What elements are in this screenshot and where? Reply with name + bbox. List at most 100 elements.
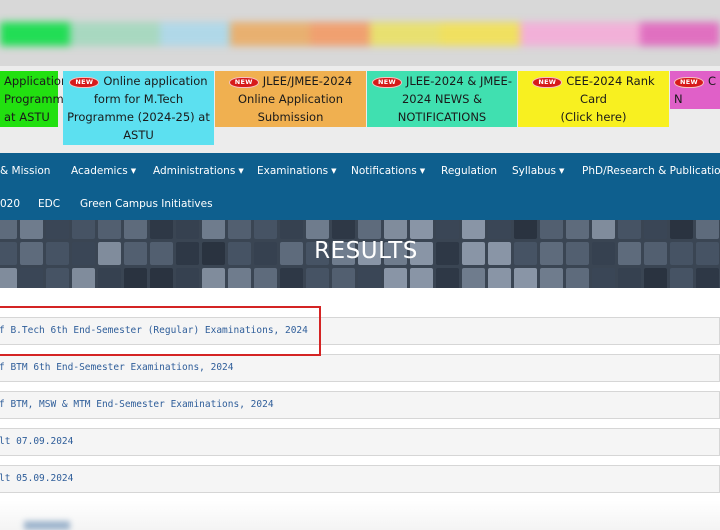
nav-label: Notifications: [351, 165, 417, 177]
banner-tile: [384, 220, 407, 239]
result-row: f BTM 6th End-Semester Examinations, 202…: [0, 354, 720, 382]
notice-tile-5[interactable]: NEW CEE-2024 Rank Card (Click here): [518, 71, 669, 127]
nav-item-1-6[interactable]: Syllabus ▼: [512, 164, 564, 178]
page-title: RESULTS: [314, 238, 418, 264]
notice-line: NEW JLEE-2024 & JMEE-: [371, 72, 513, 90]
nav-item-1-2[interactable]: Administrations ▼: [153, 164, 244, 178]
nav-label: 020: [0, 198, 21, 210]
banner-tile: [20, 220, 43, 239]
banner-tile: [176, 220, 199, 239]
notice-tile-6[interactable]: NEW C N: [670, 71, 720, 109]
nav-label: Examinations: [257, 165, 329, 177]
banner-tile: [228, 268, 251, 288]
banner-tile: [254, 220, 277, 239]
notice-text: ASTU: [123, 128, 154, 142]
notice-text: 2024 NEWS &: [401, 92, 483, 106]
nav-item-1-0[interactable]: & Mission: [0, 164, 50, 178]
banner-tile: [98, 268, 121, 288]
result-link[interactable]: lt 05.09.2024: [0, 473, 73, 484]
notice-line: ASTU: [67, 126, 210, 144]
notice-line: NEW CEE-2024 Rank Card: [522, 72, 665, 108]
nav-label: Academics: [71, 165, 128, 177]
notice-tile-2[interactable]: NEW Online application form for M.Tech Prog…: [63, 71, 214, 145]
chevron-down-icon: ▼: [419, 167, 426, 175]
chevron-down-icon: ▼: [331, 167, 337, 175]
notice-text: JLEE/JMEE-2024: [262, 74, 353, 88]
banner-tile: [436, 268, 459, 288]
banner-tile: [0, 268, 17, 288]
notice-line: NOTIFICATIONS: [371, 108, 513, 126]
notice-line: Submission: [219, 108, 362, 126]
notice-text: Submission: [257, 110, 324, 124]
notice-text: JLEE-2024 & JMEE-: [405, 74, 512, 88]
result-link[interactable]: f BTM 6th End-Semester Examinations, 202…: [0, 362, 234, 373]
top-header-strip: [0, 0, 720, 66]
notice-ticker: Application Programme at ASTU NEW Online app…: [0, 66, 720, 153]
notice-line: (Click here): [522, 108, 665, 126]
banner-tile: [176, 268, 199, 288]
banner-tile: [202, 268, 225, 288]
banner-tile: [514, 268, 537, 288]
chevron-down-icon: ▼: [238, 167, 244, 175]
notice-line: NEW C: [674, 72, 716, 90]
banner-tile: [618, 220, 641, 239]
nav-item-2-2[interactable]: Green Campus Initiatives: [80, 197, 213, 211]
banner-tile: [696, 220, 719, 239]
banner-tile: [202, 220, 225, 239]
blurred-header-band: [0, 22, 720, 46]
nav-label: Syllabus: [512, 165, 556, 177]
main-navbar: & Mission Academics ▼ Administrations ▼ Exami…: [0, 153, 720, 220]
result-link[interactable]: lt 07.09.2024: [0, 436, 73, 447]
banner-tile: [462, 268, 485, 288]
notice-text: Application: [4, 74, 69, 88]
chevron-down-icon: ▼: [558, 167, 565, 175]
nav-item-1-5[interactable]: Regulation: [441, 164, 497, 178]
blurred-link-fragment: [24, 521, 70, 530]
notice-tile-1[interactable]: Application Programme at ASTU: [0, 71, 71, 127]
banner-tile: [228, 220, 251, 239]
banner-tile: [72, 268, 95, 288]
new-badge-icon: NEW: [532, 77, 563, 88]
notice-line: NEW JLEE/JMEE-2024: [219, 72, 362, 90]
banner-tile: [618, 268, 641, 288]
notice-line: Online Application: [219, 90, 362, 108]
banner-tile: [358, 268, 381, 288]
banner-tile: [98, 220, 121, 239]
notice-text: Online Application: [237, 92, 343, 106]
nav-item-2-0[interactable]: 020: [0, 197, 20, 211]
blurred-header-segment: [70, 22, 160, 46]
notice-text: at ASTU: [4, 110, 50, 124]
nav-item-1-7[interactable]: PhD/Research & Publication▼: [582, 164, 720, 178]
notice-line: NEW Online application: [67, 72, 210, 90]
nav-item-2-1[interactable]: EDC: [38, 197, 60, 211]
result-row: f BTM, MSW & MTM End-Semester Examinatio…: [0, 391, 720, 419]
banner-tile: [592, 220, 615, 239]
notice-tile-3[interactable]: NEW JLEE/JMEE-2024 Online Application Submi…: [215, 71, 366, 127]
banner-tile: [670, 220, 693, 239]
banner-tile: [488, 268, 511, 288]
blurred-header-segment: [160, 22, 230, 46]
notice-text: C: [707, 74, 716, 88]
banner-tile: [150, 220, 173, 239]
banner-tile: [124, 220, 147, 239]
highlight-box: [0, 306, 321, 356]
banner-tile: [306, 220, 329, 239]
banner-tile: [488, 220, 511, 239]
notice-line: 2024 NEWS &: [371, 90, 513, 108]
nav-item-1-4[interactable]: Notifications ▼: [351, 164, 425, 178]
banner-tile: [696, 268, 719, 288]
nav-item-1-1[interactable]: Academics ▼: [71, 164, 136, 178]
notice-tile-4[interactable]: NEW JLEE-2024 & JMEE- 2024 NEWS & NOTIFICAT…: [367, 71, 517, 127]
banner-tile: [566, 220, 589, 239]
banner-tile: [46, 220, 69, 239]
nav-item-1-3[interactable]: Examinations ▼: [257, 164, 337, 178]
banner-tile: [0, 220, 17, 239]
new-badge-icon: NEW: [372, 77, 402, 88]
blurred-header-segment: [310, 22, 370, 46]
banner-tile: [644, 268, 667, 288]
notice-line: Programme: [4, 90, 71, 108]
nav-label: EDC: [38, 198, 61, 210]
result-link[interactable]: f BTM, MSW & MTM End-Semester Examinatio…: [0, 399, 274, 410]
notice-text: (Click here): [560, 110, 627, 124]
banner-tile: [150, 268, 173, 288]
